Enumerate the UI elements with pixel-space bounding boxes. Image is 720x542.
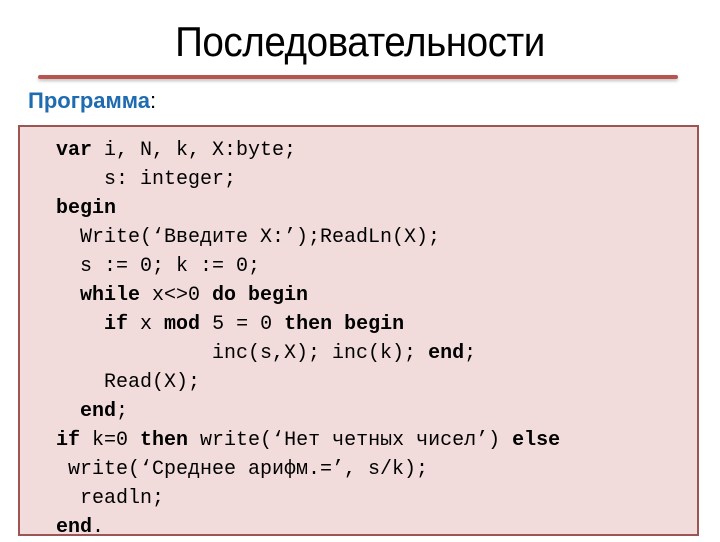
code-text: write(‘Среднее арифм.=’, s/k);: [56, 458, 429, 481]
subheading-colon: :: [150, 88, 157, 113]
code-line: write(‘Среднее арифм.=’, s/k);: [56, 455, 560, 484]
code-line: Read(X);: [56, 368, 560, 397]
code-text: write(‘Нет четных чисел’): [188, 429, 513, 452]
program-subheading: Программа:: [28, 88, 156, 114]
code-line: while x<>0 do begin: [56, 281, 560, 310]
code-text: i, N, k, X:byte;: [92, 139, 297, 162]
code-line: if k=0 then write(‘Нет четных чисел’) el…: [56, 426, 560, 455]
code-line: end.: [56, 513, 560, 542]
code-listing: var i, N, k, X:byte; s: integer; begin Wr…: [56, 136, 560, 542]
code-line: inc(s,X); inc(k); end;: [56, 339, 560, 368]
code-line: begin: [56, 194, 560, 223]
subheading-label: Программа: [28, 88, 151, 113]
code-line: if x mod 5 = 0 then begin: [56, 310, 560, 339]
code-keyword: begin: [56, 197, 117, 220]
code-text: ;: [464, 342, 477, 365]
code-line: Write(‘Введите X:’);ReadLn(X);: [56, 223, 560, 252]
slide-title: Последовательности: [175, 18, 545, 65]
code-text: 5 = 0: [200, 313, 285, 336]
code-text: Read(X);: [56, 371, 201, 394]
code-text: .: [92, 516, 105, 539]
code-block: var i, N, k, X:byte; s: integer; begin Wr…: [18, 125, 699, 539]
code-text: s: integer;: [56, 168, 237, 191]
code-line: end;: [56, 397, 560, 426]
code-text: inc(s,X); inc(k);: [56, 342, 429, 365]
code-line: var i, N, k, X:byte;: [56, 136, 560, 165]
code-line: s: integer;: [56, 165, 560, 194]
code-keyword: end: [428, 342, 465, 365]
code-keyword: if: [56, 429, 81, 452]
code-keyword: then begin: [284, 313, 405, 336]
code-text: x: [128, 313, 165, 336]
code-keyword: end: [80, 400, 117, 423]
code-text: s := 0; k := 0;: [56, 255, 261, 278]
code-line: readln;: [56, 484, 560, 513]
code-keyword: then: [140, 429, 189, 452]
code-keyword: if: [104, 313, 129, 336]
code-keyword: mod: [164, 313, 201, 336]
title-divider: [38, 75, 678, 79]
code-line: s := 0; k := 0;: [56, 252, 560, 281]
code-keyword: while: [80, 284, 141, 307]
code-keyword: do begin: [212, 284, 309, 307]
code-text: k=0: [80, 429, 141, 452]
code-text: x<>0: [140, 284, 213, 307]
code-text: ;: [116, 400, 129, 423]
code-keyword: end: [56, 516, 93, 539]
code-text: Write(‘Введите X:’);ReadLn(X);: [56, 226, 441, 249]
code-keyword: var: [56, 139, 93, 162]
code-keyword: else: [512, 429, 561, 452]
code-text: readln;: [56, 487, 165, 510]
